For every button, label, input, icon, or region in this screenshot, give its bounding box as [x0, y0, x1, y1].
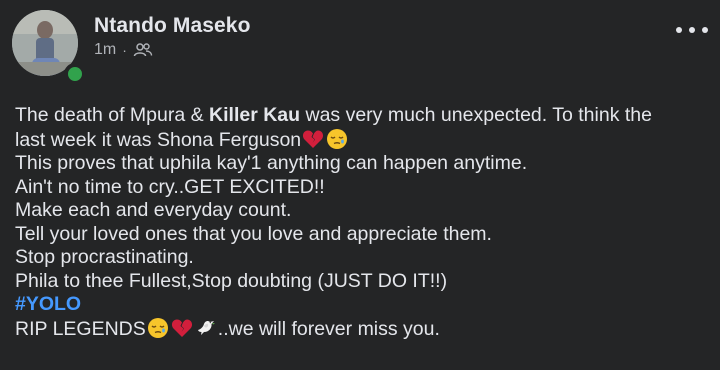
friends-icon[interactable] — [133, 42, 153, 58]
more-dot — [689, 27, 695, 33]
meta-separator: · — [122, 42, 127, 58]
post-line-5: Make each and everyday count. — [15, 199, 292, 221]
line10-text-b: ..we will forever miss you. — [217, 317, 440, 340]
avatar-container[interactable] — [12, 10, 86, 85]
facebook-post: Ntando Maseko 1m · The death of Mpura & … — [0, 0, 720, 370]
post-line-2: last week it was Shona Ferguson — [15, 128, 705, 153]
online-status-indicator — [64, 63, 86, 85]
post-line-4: Ain't no time to cry..GET EXCITED!! — [15, 175, 325, 198]
post-line-8: Phila to thee Fullest,Stop doubting (JUS… — [15, 269, 448, 292]
sleepy-face-emoji — [147, 317, 168, 338]
line10-text-a: RIP LEGENDS — [15, 317, 146, 340]
post-text: The death of Mpura & Killer Kau was very… — [15, 104, 705, 341]
line1-text-b: was very much unexpected. To think the — [300, 104, 652, 126]
broken-heart-emoji — [171, 319, 192, 337]
author-name[interactable]: Ntando Maseko — [94, 14, 251, 38]
post-line-3: This proves that uphila kay'1 anything c… — [15, 152, 528, 174]
sleepy-face-emoji — [327, 128, 348, 149]
hashtag-link[interactable]: #YOLO — [15, 293, 705, 317]
more-options-icon[interactable] — [676, 20, 708, 40]
post-timestamp[interactable]: 1m — [94, 41, 116, 59]
more-dot — [702, 27, 708, 33]
post-line-7: Stop procrastinating. — [15, 246, 194, 268]
broken-heart-emoji — [303, 130, 324, 148]
more-dot — [676, 27, 682, 33]
line1-text-a: The death of Mpura & — [15, 104, 210, 126]
post-line-10: RIP LEGENDS ..we will forever miss you. — [15, 317, 705, 342]
line2-text: last week it was Shona Ferguson — [15, 128, 302, 151]
post-meta: 1m · — [94, 41, 153, 59]
tagged-name[interactable]: Killer Kau — [209, 104, 300, 126]
post-line-1: The death of Mpura & Killer Kau was very… — [15, 104, 705, 128]
post-line-6: Tell your loved ones that you love and a… — [15, 222, 492, 245]
dove-emoji — [197, 320, 215, 335]
